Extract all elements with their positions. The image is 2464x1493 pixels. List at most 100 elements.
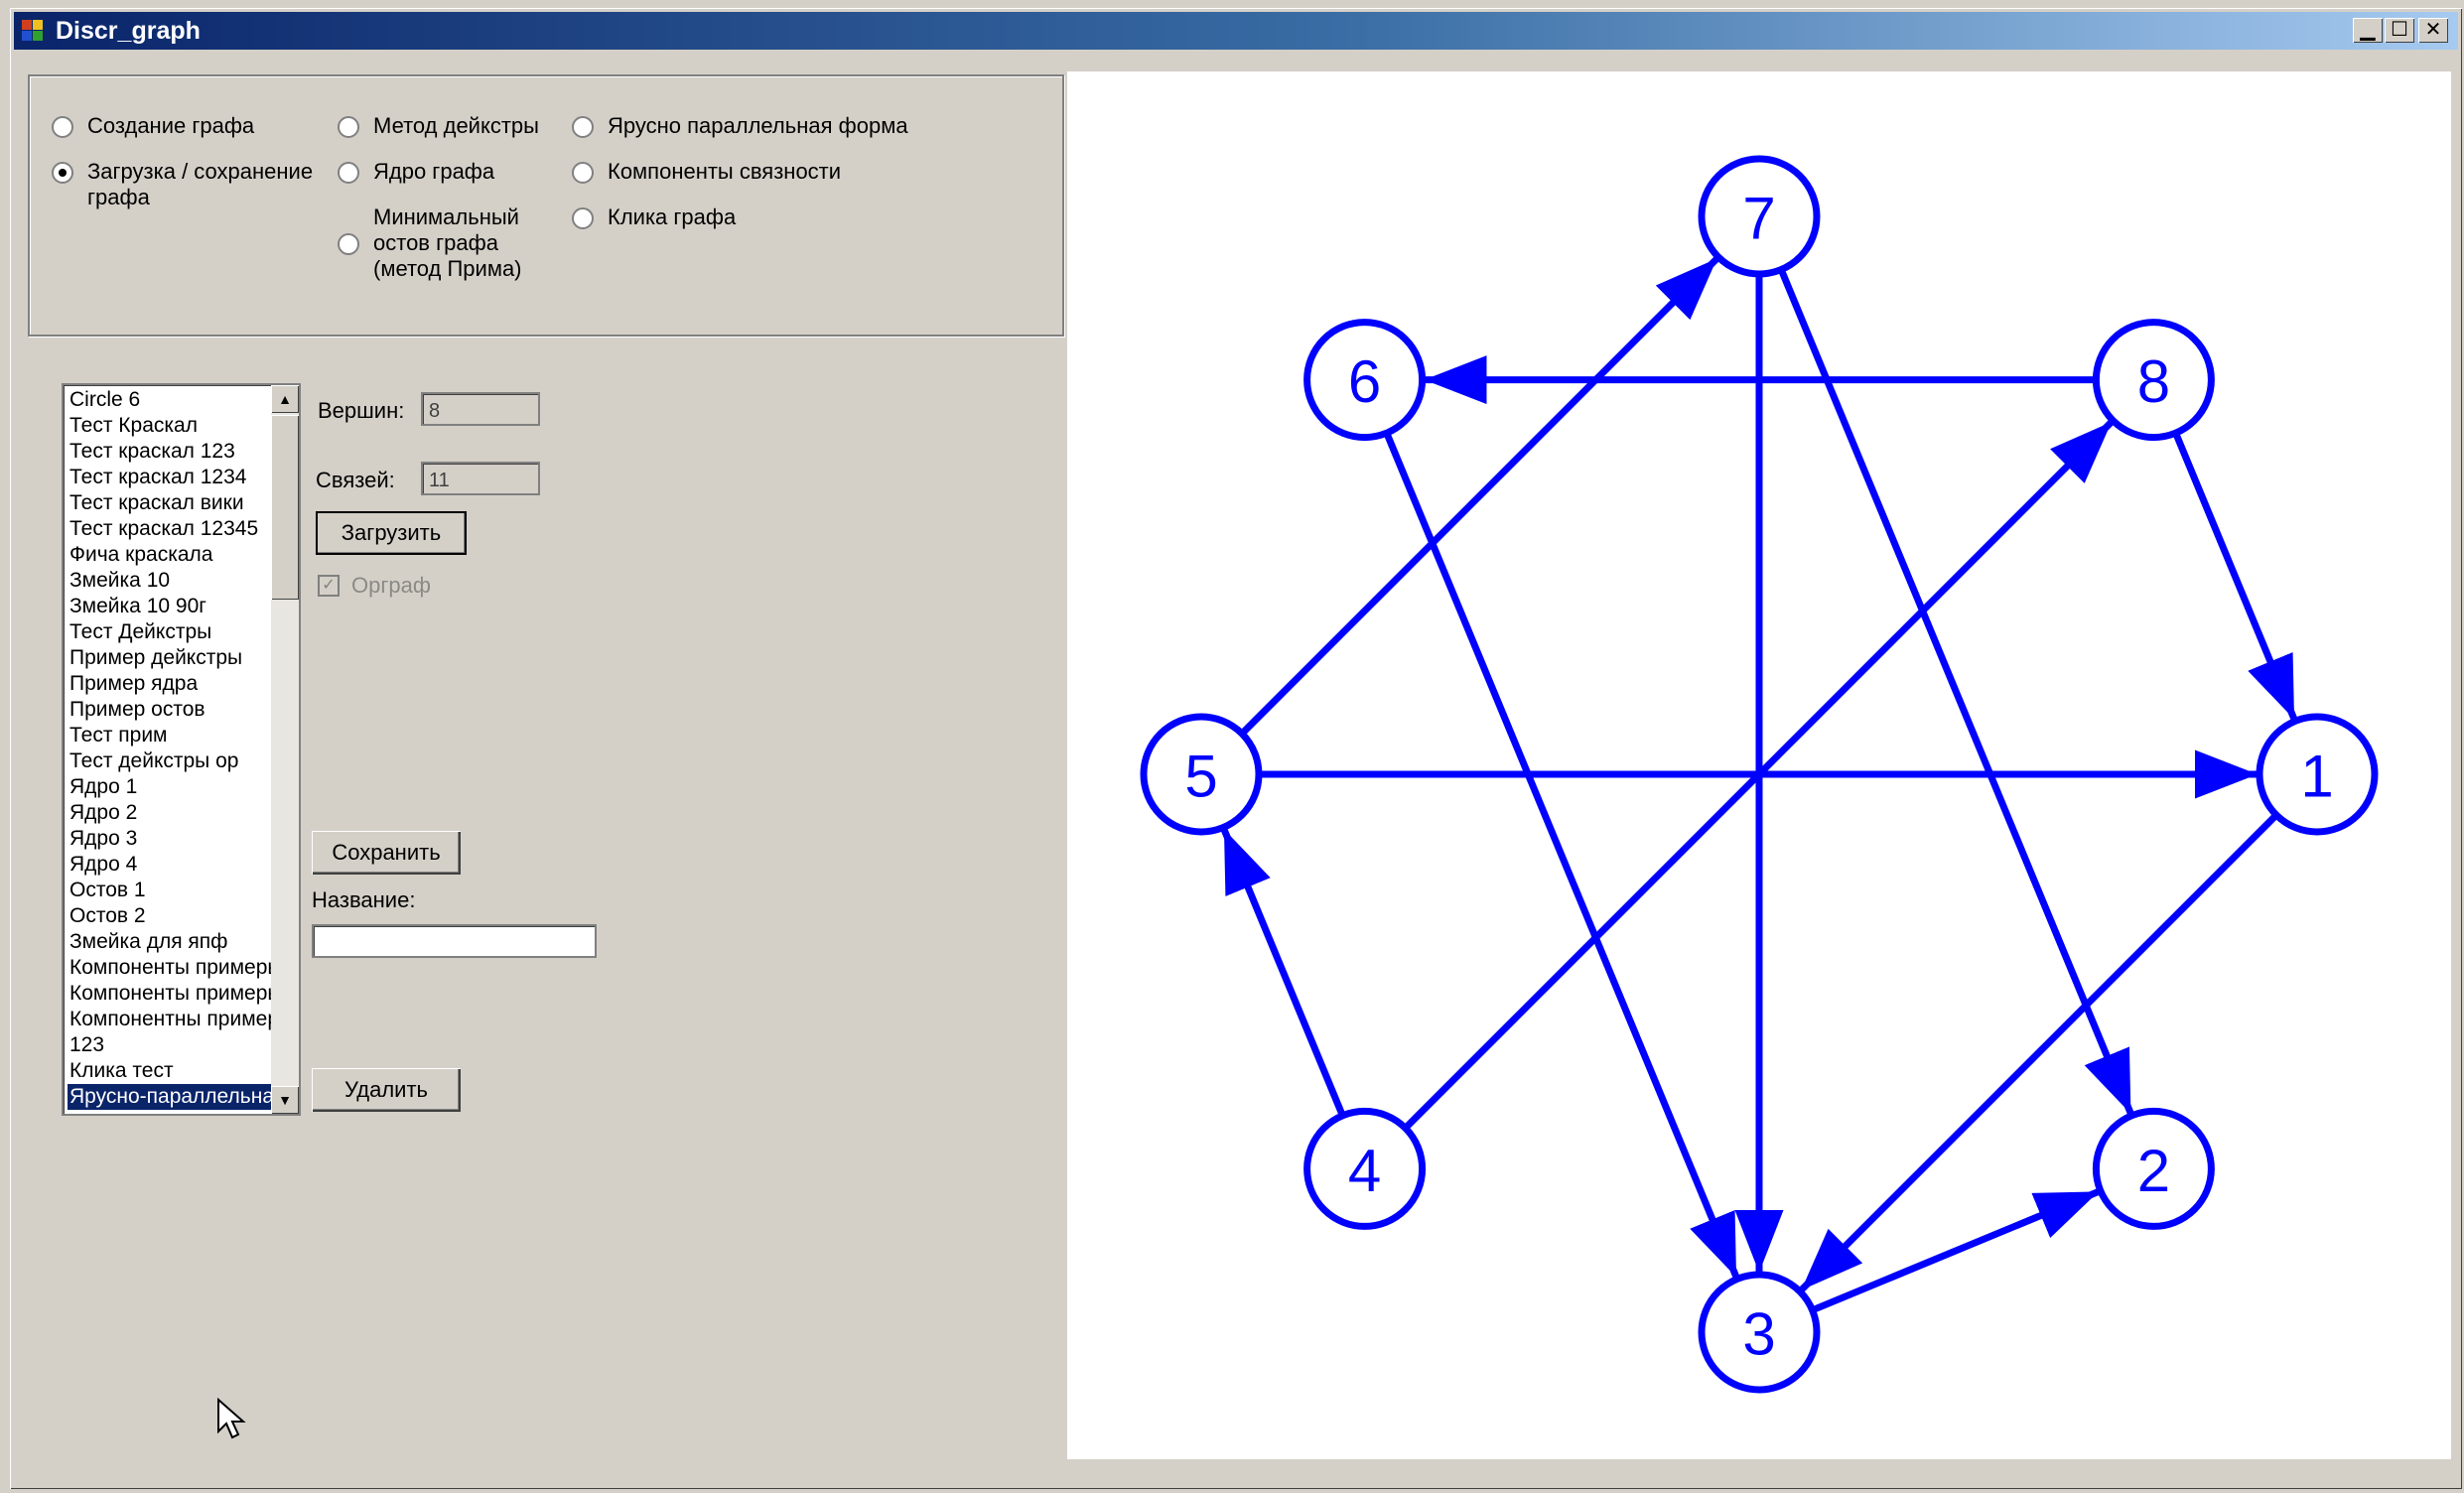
graph-node-label: 1	[2300, 744, 2333, 810]
radio-create-graph[interactable]: Создание графа	[52, 113, 254, 139]
graph-list-item[interactable]: Остов 1	[68, 878, 271, 903]
graph-node-label: 6	[1348, 348, 1381, 415]
graph-list-item[interactable]: Клика тест	[68, 1058, 271, 1084]
graph-list-item[interactable]: Тест краскал 1234	[68, 465, 271, 490]
graph-list-item[interactable]: Компоненты примеры	[68, 955, 271, 981]
radio-label: Клика графа	[608, 204, 737, 229]
radio-graph-clique[interactable]: Клика графа	[572, 204, 736, 230]
close-button[interactable]: ✕	[2418, 18, 2448, 43]
graph-svg[interactable]: 1 2 3 4 5 6 7 8	[1067, 71, 2451, 1459]
scroll-up-button[interactable]: ▲	[271, 385, 299, 413]
graph-list-item[interactable]: Тест прим	[68, 723, 271, 748]
graph-list-item[interactable]: Тест дейкстры ор	[68, 748, 271, 774]
graph-list-item[interactable]: Тест Краскал	[68, 413, 271, 439]
graph-node-5[interactable]: 5	[1140, 713, 1263, 836]
window-title: Discr_graph	[56, 17, 201, 45]
edges-field: 11	[421, 462, 540, 495]
radio-indicator[interactable]	[572, 207, 594, 229]
graph-list-item[interactable]: Пример остов	[68, 697, 271, 723]
edges-label: Связей:	[316, 468, 395, 492]
graph-node-3[interactable]: 3	[1698, 1271, 1821, 1394]
save-button[interactable]: Сохранить	[312, 831, 461, 875]
graph-edge-4-5	[1220, 828, 1346, 1118]
graph-node-1[interactable]: 1	[2256, 713, 2379, 836]
graph-node-label: 5	[1184, 744, 1217, 810]
graph-edge-6-3	[1383, 431, 1740, 1279]
radio-indicator[interactable]	[572, 116, 594, 138]
graph-edge-8-1	[2172, 431, 2298, 721]
graph-list-item[interactable]: 123	[68, 1032, 271, 1058]
radio-indicator[interactable]	[338, 162, 359, 184]
title-bar[interactable]: Discr_graph ▁ ☐ ✕	[14, 12, 2458, 50]
vertices-field: 8	[421, 392, 540, 426]
graph-list[interactable]: Circle 6 Тест Краскал Тест краскал 123 Тест…	[68, 387, 271, 1110]
graph-canvas[interactable]: 1 2 3 4 5 6 7 8	[1067, 71, 2451, 1459]
delete-button[interactable]: Удалить	[312, 1068, 461, 1112]
graph-list-item[interactable]: Компоненты примеры	[68, 981, 271, 1007]
radio-load-save-graph[interactable]: Загрузка / сохранение графа	[52, 159, 313, 210]
radio-dijkstra[interactable]: Метод дейкстры	[338, 113, 539, 139]
graph-list-item[interactable]: Ядро 3	[68, 826, 271, 852]
graph-node-label: 2	[2137, 1138, 2170, 1204]
graph-node-6[interactable]: 6	[1303, 319, 1427, 442]
graph-list-item[interactable]: Тест краскал 123	[68, 439, 271, 465]
radio-indicator[interactable]	[338, 116, 359, 138]
scroll-thumb[interactable]	[271, 415, 299, 600]
radio-label: Загрузка / сохранение графа	[87, 159, 314, 209]
minimize-button[interactable]: ▁	[2353, 18, 2383, 43]
graph-listbox[interactable]: Circle 6 Тест Краскал Тест краскал 123 Тест…	[62, 383, 301, 1116]
graph-list-item[interactable]: Пример ядра	[68, 671, 271, 697]
graph-node-7[interactable]: 7	[1698, 155, 1821, 278]
radio-connected-components[interactable]: Компоненты связности	[572, 159, 841, 185]
graph-list-item[interactable]: Ядро 2	[68, 800, 271, 826]
vertices-label: Вершин:	[318, 398, 405, 423]
graph-node-label: 7	[1742, 186, 1775, 252]
graph-list-item[interactable]: Фича краскала	[68, 542, 271, 568]
graph-list-item[interactable]: Тест краскал вики	[68, 490, 271, 516]
graph-list-item[interactable]: Остов 2	[68, 903, 271, 929]
radio-indicator[interactable]	[338, 233, 359, 255]
graph-node-label: 8	[2137, 348, 2170, 415]
graph-list-item[interactable]: Circle 6	[68, 387, 271, 413]
radio-indicator[interactable]	[52, 162, 73, 184]
digraph-checkbox[interactable]: ✓ Орграф	[318, 573, 431, 599]
graph-list-item[interactable]: Ярусно-параллельная	[68, 1084, 271, 1110]
name-input[interactable]	[312, 924, 597, 958]
graph-node-2[interactable]: 2	[2092, 1107, 2215, 1230]
radio-label: Компоненты связности	[608, 159, 842, 184]
graph-list-item[interactable]: Змейка 10 90г	[68, 594, 271, 619]
graph-list-item[interactable]: Змейка 10	[68, 568, 271, 594]
graph-list-item[interactable]: Тест краскал 12345	[68, 516, 271, 542]
checkbox-box[interactable]: ✓	[318, 575, 340, 597]
graph-list-item[interactable]: Компонентны пример	[68, 1007, 271, 1032]
radio-indicator[interactable]	[52, 116, 73, 138]
radio-indicator[interactable]	[572, 162, 594, 184]
radio-label: Ядро графа	[373, 159, 495, 184]
scroll-down-button[interactable]: ▼	[271, 1086, 299, 1114]
app-icon	[22, 20, 44, 42]
graph-list-item[interactable]: Ядро 4	[68, 852, 271, 878]
radio-graph-kernel[interactable]: Ядро графа	[338, 159, 494, 185]
radio-label: Минимальный остов графа (метод Прима)	[373, 204, 522, 281]
radio-label: Метод дейкстры	[373, 113, 539, 138]
radio-min-spanning-tree[interactable]: Минимальный остов графа (метод Прима)	[338, 204, 522, 282]
maximize-button[interactable]: ☐	[2385, 18, 2414, 43]
listbox-scrollbar[interactable]: ▲ ▼	[271, 385, 299, 1114]
graph-node-8[interactable]: 8	[2092, 319, 2215, 442]
graph-edge-3-2	[1811, 1188, 2101, 1314]
graph-node-label: 4	[1348, 1138, 1381, 1204]
graph-list-item[interactable]: Пример дейкстры	[68, 645, 271, 671]
graph-edge-7-2	[1777, 268, 2134, 1116]
graph-list-item[interactable]: Тест Дейкстры	[68, 619, 271, 645]
radio-label: Ярусно параллельная форма	[608, 113, 908, 138]
mouse-cursor-icon	[217, 1398, 246, 1439]
name-label: Название:	[312, 887, 416, 912]
digraph-label: Орграф	[351, 573, 431, 598]
graph-list-item[interactable]: Змейка для япф	[68, 929, 271, 955]
radio-label: Создание графа	[87, 113, 255, 138]
graph-node-label: 3	[1742, 1301, 1775, 1368]
radio-tiered-parallel-form[interactable]: Ярусно параллельная форма	[572, 113, 908, 139]
load-button[interactable]: Загрузить	[316, 511, 467, 555]
graph-list-item[interactable]: Ядро 1	[68, 774, 271, 800]
graph-node-4[interactable]: 4	[1303, 1107, 1427, 1230]
